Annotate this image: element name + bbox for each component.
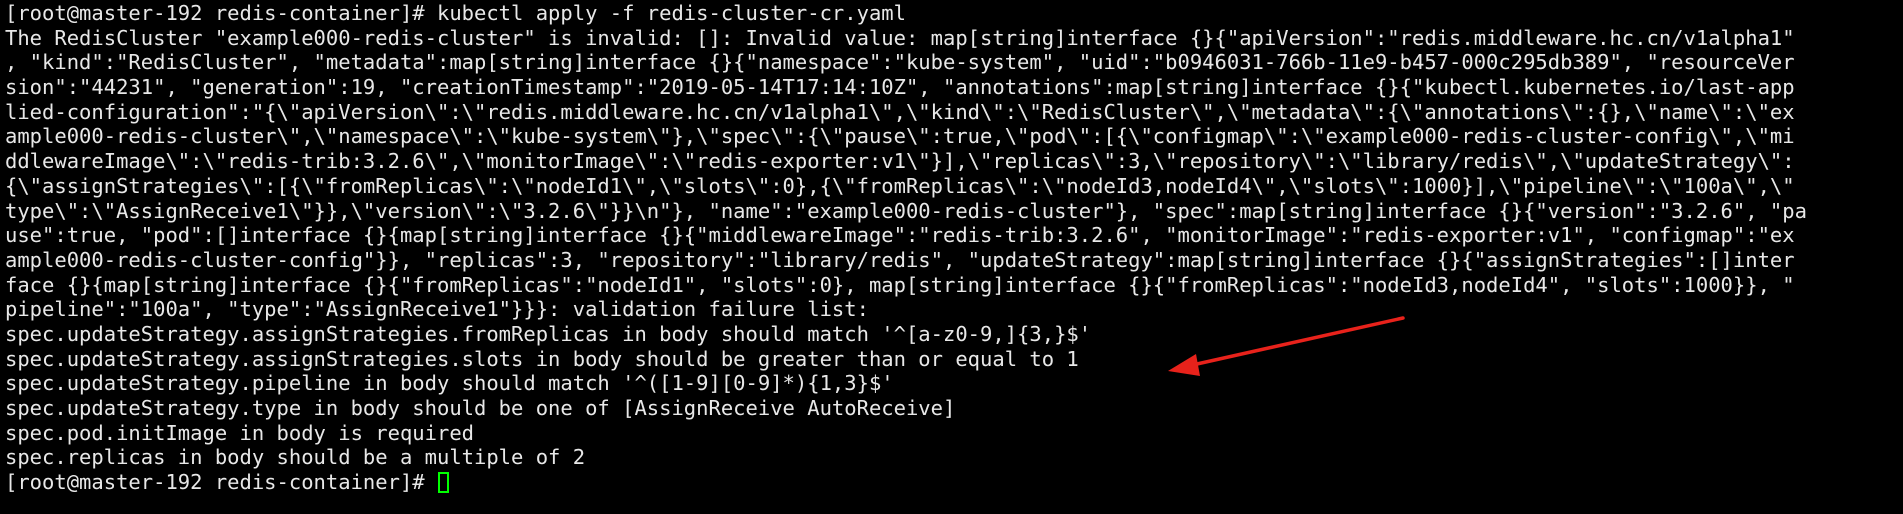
terminal-window[interactable]: [root@master-192 redis-container]# kubec… <box>0 0 1903 514</box>
validation-error-line: spec.updateStrategy.type in body should … <box>5 396 956 420</box>
error-output-line: , "kind":"RedisCluster", "metadata":map[… <box>5 50 1795 75</box>
prompt-line[interactable]: [root@master-192 redis-container]# <box>5 470 1807 495</box>
terminal-output: [root@master-192 redis-container]# kubec… <box>5 1 1807 495</box>
error-output-line: pipeline":"100a", "type":"AssignReceive1… <box>5 297 869 322</box>
error-output-line: face {}{map[string]interface {}{"fromRep… <box>5 272 1795 297</box>
validation-error-line: spec.pod.initImage in body is required <box>5 420 474 445</box>
error-output-line: use":true, "pod":[]interface {}{map[stri… <box>5 223 1795 248</box>
error-output-line: ample000-redis-cluster-config"}}, "repli… <box>5 247 1795 272</box>
validation-error-line-highlighted: spec.updateStrategy.assignStrategies.slo… <box>5 346 1079 371</box>
error-output-line: {\"assignStrategies\":[{\"fromReplicas\"… <box>5 173 1795 198</box>
error-output-line: ddlewareImage\":\"redis-trib:3.2.6\",\"m… <box>5 149 1795 174</box>
shell-prompt: [root@master-192 redis-container]# <box>5 470 437 495</box>
error-output-line: ample000-redis-cluster\",\"namespace\":\… <box>5 124 1795 149</box>
error-output-line: lied-configuration":"{\"apiVersion\":\"r… <box>5 99 1795 124</box>
command-line: [root@master-192 redis-container]# kubec… <box>5 1 906 25</box>
error-output-line: The RedisCluster "example000-redis-clust… <box>5 25 1795 50</box>
validation-error-line: spec.replicas in body should be a multip… <box>5 445 586 470</box>
error-output-line: type\":\"AssignReceive1\"}},\"version\":… <box>5 198 1807 223</box>
text-cursor-icon <box>437 472 449 494</box>
validation-error-line: spec.updateStrategy.assignStrategies.fro… <box>5 321 1092 346</box>
validation-error-line: spec.updateStrategy.pipeline in body sho… <box>5 371 894 396</box>
error-output-line: sion":"44231", "generation":19, "creatio… <box>5 75 1795 100</box>
